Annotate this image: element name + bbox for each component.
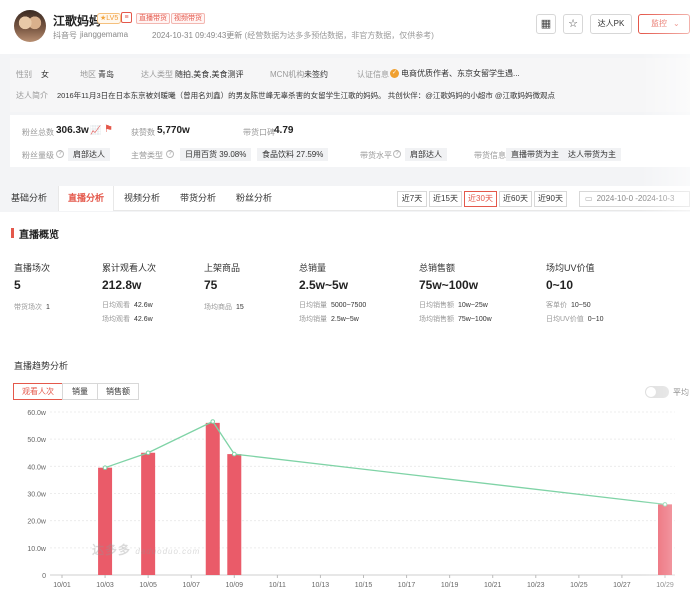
- cert-value: ✓ 电商优质作者、东京女留学生遇...: [390, 69, 520, 79]
- fans-level: ?: [56, 149, 66, 158]
- update-note: (经营数据为达多多预估数据，非官方数据，仅供参考): [244, 31, 434, 40]
- metric-sub: 场均观看 42.6w: [102, 316, 153, 323]
- type-label: 达人类型: [141, 70, 173, 79]
- category-label: 主营类型: [131, 151, 163, 160]
- region-label: 地区: [80, 70, 96, 79]
- update-info: 2024-10-31 09:49:43更新 (经营数据为达多多预估数据，非官方数…: [152, 30, 434, 41]
- sales-info-label: 带货信息: [474, 151, 506, 160]
- cert-label: 认证信息: [357, 70, 389, 79]
- tab-live[interactable]: 直播分析: [58, 186, 114, 211]
- reputation-label: 带货口碑: [243, 128, 275, 137]
- calendar-icon: ▭: [585, 194, 593, 203]
- intro-label: 达人简介: [16, 91, 48, 100]
- account-label: 抖音号: [53, 31, 77, 40]
- level-badge: ★LV5: [97, 13, 122, 24]
- type-value: 随拍,美食,美食测评: [175, 70, 244, 79]
- fans-value: 306.3w: [56, 125, 89, 136]
- range-90d[interactable]: 近90天: [534, 191, 567, 207]
- tab-sales[interactable]: 带货分析: [170, 186, 226, 211]
- metric-value: 212.8w: [102, 278, 142, 292]
- flag-icon[interactable]: ⚑: [104, 124, 113, 135]
- cart-icon: ≡: [121, 12, 132, 23]
- metric-sub: 日均销量 5000~7500: [299, 302, 367, 309]
- star-favorite-icon[interactable]: ☆: [563, 14, 583, 34]
- metric-label: 累计观看人次: [102, 263, 157, 273]
- stats-panel: 粉丝总数 306.3w 📈 ⚑ 获赞数 5,770w 带货口碑 4.79 粉丝量…: [10, 115, 690, 167]
- category-help: ?: [166, 149, 176, 158]
- metric-sub: 带货场次 1: [14, 304, 50, 311]
- segment-views[interactable]: 观看人次: [13, 383, 63, 400]
- metric-value: 0~10: [546, 278, 574, 292]
- range-7d[interactable]: 近7天: [397, 191, 427, 207]
- mcn-value: 未签约: [304, 70, 328, 79]
- avatar[interactable]: [14, 10, 46, 42]
- fans-level-label: 粉丝量级: [22, 151, 54, 160]
- mcn-label: MCN机构: [270, 70, 305, 79]
- update-time: 2024-10-31 09:49:43更新: [152, 31, 243, 40]
- metric-sub: 场均商品 15: [204, 304, 244, 311]
- gender-label: 性别: [16, 70, 32, 79]
- reputation-value: 4.79: [274, 125, 294, 136]
- sales-info-chip: 达人带货为主: [563, 148, 621, 161]
- metric-value: 2.5w~5w: [299, 278, 349, 292]
- sales-info-chip: 直播带货为主: [506, 148, 564, 161]
- likes-label: 获赞数: [131, 128, 155, 137]
- qrcode-icon[interactable]: ▦: [536, 14, 556, 34]
- metric-sub: 日均UV价值 0~10: [546, 316, 604, 323]
- sales-level-help: ?: [393, 149, 403, 158]
- help-icon[interactable]: ?: [56, 149, 64, 158]
- range-15d[interactable]: 近15天: [429, 191, 462, 207]
- intro-value: 2016年11月3日在日本东京被刘暖曦（曾用名刘鑫）的男友陈世峰无辜杀害的女留学…: [57, 91, 556, 100]
- metric-sub: 场均销售额 75w~100w: [419, 316, 492, 323]
- metric-label: 总销售额: [419, 263, 456, 273]
- tab-video[interactable]: 视频分析: [114, 186, 170, 211]
- metric-label: 上架商品: [204, 263, 241, 273]
- tag-live-selling: 直播带货: [136, 13, 170, 24]
- fans-level-chip: 肩部达人: [68, 148, 110, 161]
- region-value: 青岛: [98, 70, 114, 79]
- metric-sub: 日均观看 42.6w: [102, 302, 153, 309]
- monitor-button[interactable]: 监控 ⌄: [638, 14, 690, 34]
- average-toggle[interactable]: [645, 386, 669, 398]
- profile-info: 性别 女 地区 青岛 达人类型 随拍,美食,美食测评 MCN机构 未签约 认证信…: [10, 58, 690, 112]
- pk-button[interactable]: 达人PK: [590, 14, 632, 34]
- metric-sub: 场均销量 2.5w~5w: [299, 316, 359, 323]
- tab-fans[interactable]: 粉丝分析: [226, 186, 282, 211]
- range-30d[interactable]: 近30天: [464, 191, 497, 207]
- segment-revenue[interactable]: 销售额: [97, 383, 139, 400]
- gender-value: 女: [41, 70, 49, 79]
- metric-label: 总销量: [299, 263, 327, 273]
- help-icon[interactable]: ?: [393, 149, 401, 158]
- metric-value: 75: [204, 278, 218, 292]
- tag-video-selling: 视频带货: [171, 13, 205, 24]
- verified-icon: ✓: [390, 69, 399, 79]
- sales-level-chip: 肩部达人: [405, 148, 447, 161]
- account-id: jianggemama: [80, 30, 129, 39]
- category-chip: 日用百货 39.08%: [180, 148, 252, 161]
- account-header: 江歌妈妈 ★LV5 ≡ 直播带货 视频带货 抖音号 jianggemama 20…: [0, 0, 690, 54]
- watermark: 达多多 daduoduo.com: [92, 543, 201, 557]
- metric-sub: 客单价 10~50: [546, 302, 591, 309]
- metric-label: 场均UV价值: [546, 263, 595, 273]
- fans-label: 粉丝总数: [22, 128, 54, 137]
- average-toggle-label: 平均: [673, 388, 689, 397]
- metric-value: 5: [14, 278, 21, 292]
- sales-level-label: 带货水平: [360, 151, 392, 160]
- metric-sub: 日均销售额 10w~25w: [419, 302, 488, 309]
- date-range-picker[interactable]: ▭ 2024-10-0 -2024-10-3: [579, 191, 690, 207]
- tab-basic[interactable]: 基础分析: [0, 186, 58, 211]
- chevron-down-icon: ⌄: [673, 19, 680, 28]
- trend-title: 直播趋势分析: [14, 361, 69, 371]
- section-marker: [11, 228, 14, 238]
- trend-chart-icon[interactable]: 📈: [90, 125, 101, 136]
- range-60d[interactable]: 近60天: [499, 191, 532, 207]
- category-chip: 食品饮料 27.59%: [257, 148, 329, 161]
- account-name: 江歌妈妈: [53, 14, 102, 28]
- overview-title: 直播概览: [19, 230, 59, 241]
- help-icon[interactable]: ?: [166, 149, 174, 158]
- likes-value: 5,770w: [157, 125, 190, 136]
- segment-sales[interactable]: 销量: [62, 383, 98, 400]
- metric-label: 直播场次: [14, 263, 51, 273]
- metric-value: 75w~100w: [419, 278, 479, 292]
